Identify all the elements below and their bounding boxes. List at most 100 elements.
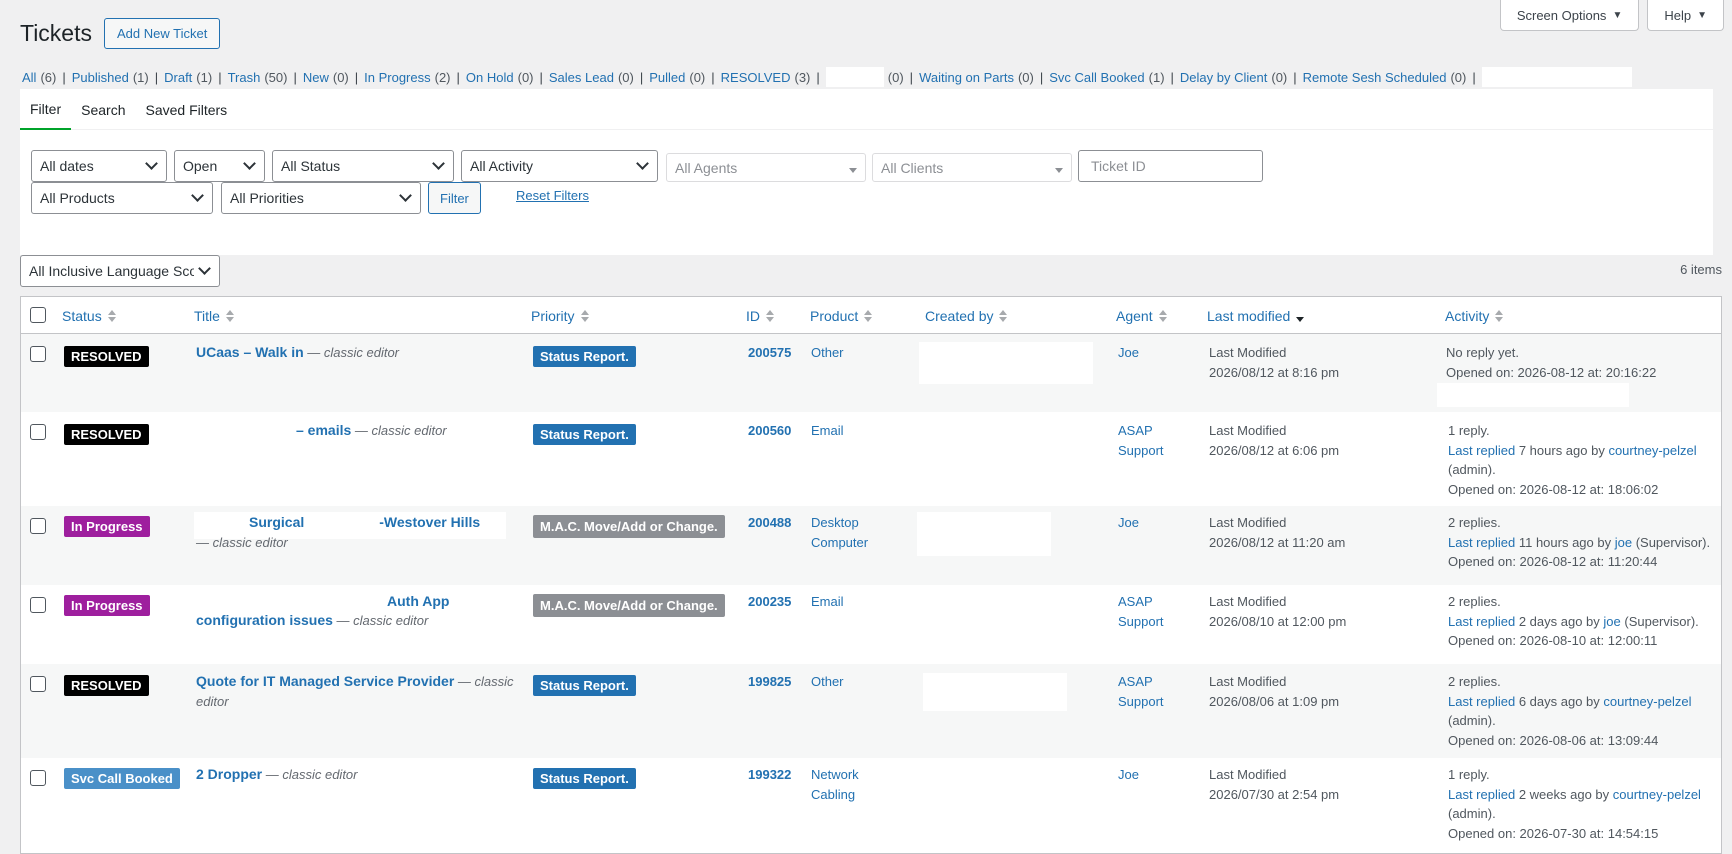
column-created-by[interactable]: Created by xyxy=(925,297,1008,334)
user-link[interactable]: courtney-pelzel xyxy=(1603,694,1691,709)
status-link-on-hold[interactable]: On Hold (0) xyxy=(466,70,534,85)
ticket-id-link[interactable]: 199322 xyxy=(748,765,791,785)
column-id[interactable]: ID xyxy=(746,297,774,334)
select-all-checkbox[interactable] xyxy=(30,307,46,323)
status-link-published[interactable]: Published (1) xyxy=(72,70,149,85)
product-link[interactable]: Other xyxy=(811,672,844,692)
status-link-label[interactable]: New xyxy=(303,70,329,85)
status-link-sales-lead[interactable]: Sales Lead (0) xyxy=(549,70,634,85)
status-link-label[interactable]: In Progress xyxy=(364,70,430,85)
product-link-line[interactable]: Network xyxy=(811,765,859,785)
ticket-id-link[interactable]: 200575 xyxy=(748,343,791,363)
ticket-id-input[interactable]: Ticket ID xyxy=(1078,150,1263,182)
product-link[interactable]: Network Cabling xyxy=(811,765,859,804)
tab-search[interactable]: Search xyxy=(71,89,135,130)
status-link-waiting-on-parts[interactable]: Waiting on Parts (0) xyxy=(919,70,1034,85)
status-link-trash[interactable]: Trash (50) xyxy=(228,70,288,85)
status-link-label[interactable]: Sales Lead xyxy=(549,70,614,85)
status-link-draft[interactable]: Draft (1) xyxy=(164,70,212,85)
product-link[interactable]: Desktop Computer xyxy=(811,513,868,552)
agent-link[interactable]: ASAP Support xyxy=(1118,672,1164,711)
status-link-label[interactable]: Svc Call Booked xyxy=(1049,70,1144,85)
last-replied-link[interactable]: Last replied xyxy=(1448,443,1515,458)
agent-link-line[interactable]: Support xyxy=(1118,692,1164,712)
row-checkbox[interactable] xyxy=(30,770,46,786)
status-link-in-progress[interactable]: In Progress (2) xyxy=(364,70,450,85)
status-link-redacted[interactable]: (0) xyxy=(825,67,904,87)
column-last-modified[interactable]: Last modified xyxy=(1207,297,1305,334)
agent-link[interactable]: Joe xyxy=(1118,765,1139,785)
status-link-delay-by-client[interactable]: Delay by Client (0) xyxy=(1180,70,1287,85)
column-activity[interactable]: Activity xyxy=(1445,297,1504,334)
agent-link-line[interactable]: Support xyxy=(1118,612,1164,632)
last-replied-link[interactable]: Last replied xyxy=(1448,694,1515,709)
status-link-svc-call-booked[interactable]: Svc Call Booked (1) xyxy=(1049,70,1164,85)
reset-filters-link[interactable]: Reset Filters xyxy=(516,188,589,203)
activity-select[interactable]: All Activity xyxy=(461,150,658,182)
user-link[interactable]: joe xyxy=(1615,535,1632,550)
ticket-title-link[interactable]: -Westover Hills xyxy=(379,514,480,530)
row-checkbox[interactable] xyxy=(30,346,46,362)
user-link[interactable]: courtney-pelzel xyxy=(1613,787,1701,802)
ticket-id-link[interactable]: 200235 xyxy=(748,592,791,612)
product-link-line[interactable]: Computer xyxy=(811,533,868,553)
column-agent[interactable]: Agent xyxy=(1116,297,1167,334)
row-checkbox[interactable] xyxy=(30,597,46,613)
column-status[interactable]: Status xyxy=(62,297,116,334)
agent-link[interactable]: ASAP Support xyxy=(1118,592,1164,631)
ticket-title-link[interactable]: Auth App xyxy=(387,593,449,609)
column-priority[interactable]: Priority xyxy=(531,297,589,334)
clients-select[interactable]: All Clients xyxy=(872,153,1072,182)
ticket-title-link[interactable]: – emails xyxy=(296,422,351,438)
ticket-title-link[interactable]: UCaas – Walk in xyxy=(196,344,304,360)
user-link[interactable]: joe xyxy=(1603,614,1620,629)
agent-link-line[interactable]: ASAP xyxy=(1118,592,1164,612)
agent-link-line[interactable]: ASAP xyxy=(1118,672,1164,692)
status-select[interactable]: All Status xyxy=(272,150,454,182)
column-title[interactable]: Title xyxy=(194,297,234,334)
last-replied-link[interactable]: Last replied xyxy=(1448,535,1515,550)
product-link[interactable]: Email xyxy=(811,421,844,441)
status-link-label[interactable]: Waiting on Parts xyxy=(919,70,1014,85)
products-select[interactable]: All Products xyxy=(31,182,213,214)
ticket-id-link[interactable]: 199825 xyxy=(748,672,791,692)
product-link-line[interactable]: Cabling xyxy=(811,785,859,805)
agent-link[interactable]: ASAP Support xyxy=(1118,421,1164,460)
status-link-label[interactable]: Pulled xyxy=(649,70,685,85)
agent-link[interactable]: Joe xyxy=(1118,513,1139,533)
ticket-id-link[interactable]: 200560 xyxy=(748,421,791,441)
status-link-resolved[interactable]: RESOLVED (3) xyxy=(721,70,811,85)
product-link[interactable]: Other xyxy=(811,343,844,363)
agent-link-line[interactable]: Support xyxy=(1118,441,1164,461)
ticket-title-link[interactable]: 2 Dropper xyxy=(196,766,262,782)
help-button[interactable]: Help ▼ xyxy=(1647,0,1724,31)
agent-link[interactable]: Joe xyxy=(1118,343,1139,363)
last-replied-link[interactable]: Last replied xyxy=(1448,787,1515,802)
status-link-label[interactable]: On Hold xyxy=(466,70,514,85)
row-checkbox[interactable] xyxy=(30,424,46,440)
status-link-label[interactable]: Remote Sesh Scheduled xyxy=(1303,70,1447,85)
priorities-select[interactable]: All Priorities xyxy=(221,182,421,214)
row-checkbox[interactable] xyxy=(30,676,46,692)
ticket-id-link[interactable]: 200488 xyxy=(748,513,791,533)
tab-filter[interactable]: Filter xyxy=(20,89,72,130)
agent-link-line[interactable]: ASAP xyxy=(1118,421,1164,441)
status-link-remote-sesh[interactable]: Remote Sesh Scheduled (0) xyxy=(1303,70,1467,85)
ticket-title-link[interactable]: Quote for IT Managed Service Provider xyxy=(196,673,454,689)
column-product[interactable]: Product xyxy=(810,297,873,334)
status-link-label[interactable]: Draft xyxy=(164,70,192,85)
status-link-label[interactable]: Delay by Client xyxy=(1180,70,1267,85)
row-checkbox[interactable] xyxy=(30,518,46,534)
status-link-pulled[interactable]: Pulled (0) xyxy=(649,70,705,85)
status-link-label[interactable]: Trash xyxy=(228,70,261,85)
ticket-title-link[interactable]: Surgical xyxy=(249,514,304,530)
status-link-label[interactable]: RESOLVED xyxy=(721,70,791,85)
language-score-select[interactable]: All Inclusive Language Scor xyxy=(20,255,220,287)
tab-saved-filters[interactable]: Saved Filters xyxy=(135,89,237,130)
status-link-label[interactable]: Published xyxy=(72,70,129,85)
state-select[interactable]: Open xyxy=(174,150,265,182)
filter-button[interactable]: Filter xyxy=(428,182,481,214)
last-replied-link[interactable]: Last replied xyxy=(1448,614,1515,629)
status-link-all[interactable]: All (6) xyxy=(22,70,56,85)
status-link-label[interactable]: All xyxy=(22,70,36,85)
